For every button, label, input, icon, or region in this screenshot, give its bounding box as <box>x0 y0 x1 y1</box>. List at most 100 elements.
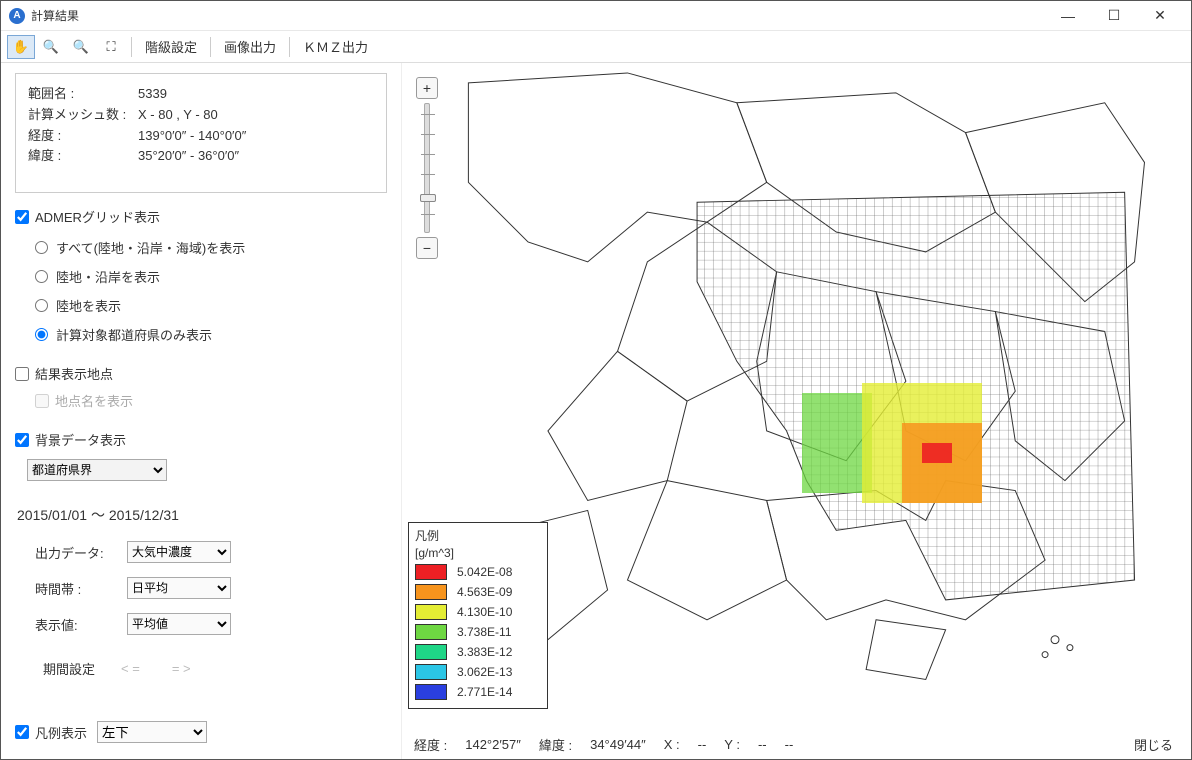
legend-swatch <box>415 564 447 580</box>
class-settings-button[interactable]: 階級設定 <box>138 32 204 61</box>
admer-grid-label: ADMERグリッド表示 <box>35 207 160 226</box>
grid-option-target-pref[interactable]: 計算対象都道府県のみ表示 <box>35 325 387 344</box>
background-select[interactable]: 都道府県界 <box>27 459 167 481</box>
output-data-row: 出力データ: 大気中濃度 <box>35 541 387 563</box>
show-point-name-label: 地点名を表示 <box>55 391 133 410</box>
zoom-out-tool-button[interactable]: 🔍 <box>67 35 95 59</box>
legend-item: 3.738E-11 <box>415 622 541 642</box>
grid-option-land-coast-label: 陸地・沿岸を表示 <box>56 267 160 286</box>
mesh-count-value: X - 80 , Y - 80 <box>138 105 218 126</box>
toolbar-separator <box>289 37 290 57</box>
fit-icon: ⛶ <box>106 39 115 55</box>
legend-item: 3.383E-12 <box>415 642 541 662</box>
legend-item: 5.042E-08 <box>415 562 541 582</box>
longitude-range-value: 139°0′0″ - 140°0′0″ <box>138 126 246 147</box>
app-window: A 計算結果 — ☐ ✕ ✋ 🔍 🔍 ⛶ 階級設定 画像出力 ＫＭＺ出力 範囲名 <box>0 0 1192 760</box>
longitude-range-label: 経度 : <box>28 126 138 147</box>
legend-swatch <box>415 684 447 700</box>
background-checkbox[interactable] <box>15 433 29 447</box>
grid-radio-all[interactable] <box>35 241 48 254</box>
legend-value: 4.563E-09 <box>457 585 512 599</box>
close-window-button[interactable]: ✕ <box>1137 1 1183 31</box>
legend-item: 2.771E-14 <box>415 682 541 702</box>
time-band-select[interactable]: 日平均 <box>127 577 231 599</box>
legend-items: 5.042E-084.563E-094.130E-103.738E-113.38… <box>415 562 541 702</box>
mesh-count-label: 計算メッシュ数 : <box>28 105 138 126</box>
period-label: 期間設定 <box>43 659 95 678</box>
maximize-button[interactable]: ☐ <box>1091 1 1137 31</box>
range-name-label: 範囲名 : <box>28 84 138 105</box>
range-name-value: 5339 <box>138 84 167 105</box>
admer-grid-checkbox[interactable] <box>15 210 29 224</box>
legend-checkbox-label: 凡例表示 <box>35 723 87 742</box>
image-output-button[interactable]: 画像出力 <box>217 32 283 61</box>
legend-checkbox[interactable] <box>15 725 29 739</box>
grid-option-land-coast[interactable]: 陸地・沿岸を表示 <box>35 267 387 286</box>
zoom-out-icon: 🔍 <box>73 39 89 55</box>
output-data-label: 出力データ: <box>35 543 115 562</box>
legend-swatch <box>415 644 447 660</box>
period-next-button[interactable]: = > <box>166 659 197 678</box>
window-title: 計算結果 <box>31 7 1045 24</box>
show-point-name-checkbox <box>35 394 49 408</box>
fit-tool-button[interactable]: ⛶ <box>97 35 125 59</box>
app-icon: A <box>9 8 25 24</box>
grid-radio-target-pref[interactable] <box>35 328 48 341</box>
body-panel: 範囲名 :5339 計算メッシュ数 :X - 80 , Y - 80 経度 :1… <box>1 63 1191 759</box>
admer-grid-checkbox-row[interactable]: ADMERグリッド表示 <box>15 207 387 226</box>
legend-box: 凡例 [g/m^3] 5.042E-084.563E-094.130E-103.… <box>408 522 548 709</box>
hand-icon: ✋ <box>13 39 29 55</box>
legend-item: 4.563E-09 <box>415 582 541 602</box>
minimize-button[interactable]: — <box>1045 1 1091 31</box>
close-button[interactable]: 閉じる <box>1128 733 1179 756</box>
zoom-in-tool-button[interactable]: 🔍 <box>37 35 65 59</box>
grid-display-radios: すべて(陸地・沿岸・海域)を表示 陸地・沿岸を表示 陸地を表示 計算対象都道府県… <box>35 238 387 344</box>
background-checkbox-row[interactable]: 背景データ表示 <box>15 430 387 449</box>
legend-swatch <box>415 584 447 600</box>
result-points-checkbox-row[interactable]: 結果表示地点 <box>15 364 387 383</box>
display-value-label: 表示値: <box>35 615 115 634</box>
result-points-checkbox[interactable] <box>15 367 29 381</box>
grid-option-all[interactable]: すべて(陸地・沿岸・海域)を表示 <box>35 238 387 257</box>
legend-checkbox-row[interactable]: 凡例表示 <box>15 723 87 742</box>
map-canvas[interactable]: + − 凡例 [g/m^3] 5.042E-084.563E-094.130E-… <box>402 63 1191 759</box>
status-bar: 経度 : 142°2′57″ 緯度 : 34°49′44″ X : -- Y :… <box>402 729 1191 759</box>
output-data-select[interactable]: 大気中濃度 <box>127 541 231 563</box>
grid-option-land-label: 陸地を表示 <box>56 296 121 315</box>
legend-value: 5.042E-08 <box>457 565 512 579</box>
result-points-label: 結果表示地点 <box>35 364 113 383</box>
sidebar: 範囲名 :5339 計算メッシュ数 :X - 80 , Y - 80 経度 :1… <box>1 63 401 759</box>
titlebar: A 計算結果 — ☐ ✕ <box>1 1 1191 31</box>
pan-tool-button[interactable]: ✋ <box>7 35 35 59</box>
grid-option-land[interactable]: 陸地を表示 <box>35 296 387 315</box>
grid-radio-land[interactable] <box>35 299 48 312</box>
status-lon-value: 142°2′57″ <box>465 737 521 752</box>
status-lat-value: 34°49′44″ <box>590 737 646 752</box>
legend-unit: [g/m^3] <box>415 546 541 560</box>
legend-position-select[interactable]: 左下 <box>97 721 207 743</box>
zoom-out-button[interactable]: − <box>416 237 438 259</box>
grid-option-all-label: すべて(陸地・沿岸・海域)を表示 <box>56 238 245 257</box>
grid-radio-land-coast[interactable] <box>35 270 48 283</box>
status-y-value: -- <box>758 737 767 752</box>
background-label: 背景データ表示 <box>35 430 126 449</box>
time-band-row: 時間帯 : 日平均 <box>35 577 387 599</box>
kmz-output-button[interactable]: ＫＭＺ出力 <box>296 32 375 61</box>
legend-value: 3.383E-12 <box>457 645 512 659</box>
legend-value: 3.738E-11 <box>457 625 512 639</box>
status-lon-label: 経度 : <box>414 735 447 754</box>
zoom-control: + − <box>416 77 438 259</box>
zoom-slider-thumb[interactable] <box>420 194 436 202</box>
toolbar: ✋ 🔍 🔍 ⛶ 階級設定 画像出力 ＫＭＺ出力 <box>1 31 1191 63</box>
display-value-select[interactable]: 平均値 <box>127 613 231 635</box>
legend-item: 3.062E-13 <box>415 662 541 682</box>
status-x-label: X : <box>664 737 680 752</box>
zoom-in-button[interactable]: + <box>416 77 438 99</box>
zoom-slider[interactable] <box>424 103 430 233</box>
time-band-label: 時間帯 : <box>35 579 115 598</box>
show-point-name-checkbox-row: 地点名を表示 <box>35 391 387 410</box>
period-prev-button[interactable]: < = <box>115 659 146 678</box>
zoom-in-icon: 🔍 <box>43 39 59 55</box>
range-info-box: 範囲名 :5339 計算メッシュ数 :X - 80 , Y - 80 経度 :1… <box>15 73 387 193</box>
legend-swatch <box>415 604 447 620</box>
